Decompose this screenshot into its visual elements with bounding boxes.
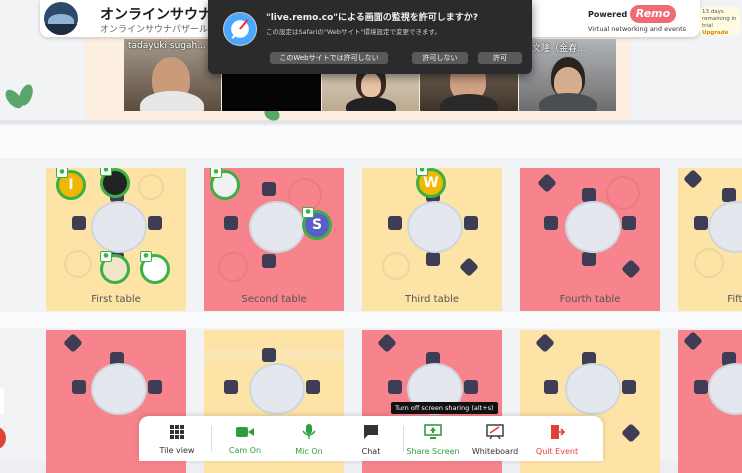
dialog-title: "live.remo.co"による画面の監視を許可しますか? bbox=[266, 13, 478, 23]
table-first[interactable]: I ● ● ● ● First table bbox=[46, 168, 186, 311]
chat-icon bbox=[364, 425, 378, 439]
wall bbox=[0, 120, 742, 124]
safari-compass-icon bbox=[223, 12, 257, 46]
remo-logo[interactable]: Remo bbox=[630, 5, 676, 23]
chat-button[interactable]: Chat bbox=[341, 424, 401, 456]
camera-icon: ● bbox=[100, 168, 112, 176]
deny-button[interactable]: 許可しない bbox=[412, 52, 468, 64]
quit-event-button[interactable]: Quit Event bbox=[527, 424, 587, 456]
divider bbox=[211, 426, 212, 452]
mic-on-button[interactable]: Mic On bbox=[279, 424, 339, 456]
event-logo bbox=[44, 2, 78, 35]
plant-icon bbox=[16, 82, 36, 108]
table-surface bbox=[565, 201, 621, 253]
whiteboard-button[interactable]: Whiteboard bbox=[465, 424, 525, 456]
video-tile[interactable]: 屋文隆（金春... bbox=[519, 39, 616, 111]
table-surface bbox=[708, 363, 742, 415]
upgrade-link[interactable]: Upgrade bbox=[702, 30, 728, 36]
table-label: Fourth table bbox=[559, 294, 621, 305]
microphone-icon bbox=[302, 424, 316, 439]
table-surface bbox=[407, 201, 463, 253]
trial-badge[interactable]: 13 days remaining in trial Upgrade bbox=[700, 7, 740, 36]
participant-name: 屋文隆（金春... bbox=[523, 44, 586, 54]
aisle bbox=[0, 126, 742, 158]
tile-view-label: Tile view bbox=[159, 446, 195, 455]
table-surface bbox=[91, 201, 147, 253]
mic-on-label: Mic On bbox=[295, 447, 323, 456]
share-screen-label: Share Screen bbox=[406, 447, 460, 456]
table-surface bbox=[249, 201, 305, 253]
table-surface bbox=[91, 363, 147, 415]
table-label: First table bbox=[91, 294, 141, 305]
never-allow-button[interactable]: このWebサイトでは許可しない bbox=[270, 52, 388, 64]
camera-icon: ● bbox=[56, 168, 68, 178]
table-surface bbox=[249, 363, 305, 415]
table-fourth[interactable]: Fourth table bbox=[520, 168, 660, 311]
table-tenth[interactable] bbox=[678, 330, 742, 473]
camera-icon: ● bbox=[416, 168, 428, 176]
quit-event-label: Quit Event bbox=[535, 447, 579, 456]
camera-icon: ● bbox=[140, 251, 152, 262]
avatar-initial: I bbox=[68, 177, 74, 193]
share-screen-button[interactable]: Share Screen bbox=[403, 424, 463, 456]
cam-on-button[interactable]: Cam On bbox=[215, 424, 275, 455]
table-label: Second table bbox=[241, 294, 307, 305]
tile-view-button[interactable]: Tile view bbox=[147, 424, 207, 455]
screen-share-tooltip: Turn off screen sharing (alt+s) bbox=[391, 402, 498, 414]
grid-icon bbox=[170, 425, 184, 439]
table-fifth[interactable]: Fifth bbox=[678, 168, 742, 311]
video-tile[interactable]: tadayuki sugah... bbox=[124, 39, 221, 111]
trial-text: 13 days remaining in trial bbox=[702, 9, 737, 29]
whiteboard-icon bbox=[486, 424, 504, 440]
camera-icon: ● bbox=[100, 251, 112, 262]
participant-name: tadayuki sugah... bbox=[128, 41, 206, 51]
table-label: Fifth bbox=[727, 294, 742, 305]
allow-button[interactable]: 許可 bbox=[478, 52, 522, 64]
table-second[interactable]: ● S ● Second table bbox=[204, 168, 344, 311]
table-label: Third table bbox=[404, 294, 459, 305]
side-panel-handle[interactable] bbox=[0, 388, 4, 414]
avatar-initial: W bbox=[423, 175, 439, 191]
camera-icon: ● bbox=[210, 168, 222, 178]
dialog-text: この設定はSafariの"Webサイト"環境設定で変更できます。 bbox=[266, 28, 441, 36]
avatar-initial: S bbox=[311, 217, 323, 233]
screen-share-permission-dialog: "live.remo.co"による画面の監視を許可しますか? この設定はSafa… bbox=[208, 0, 532, 74]
chat-label: Chat bbox=[361, 447, 381, 456]
whiteboard-label: Whiteboard bbox=[471, 447, 519, 456]
table-surface bbox=[565, 363, 621, 415]
aisle bbox=[0, 312, 742, 328]
table-surface bbox=[708, 201, 742, 253]
remo-tagline: Virtual networking and events bbox=[588, 25, 687, 33]
table-third[interactable]: W ● Third table bbox=[362, 168, 502, 311]
exit-door-icon bbox=[551, 425, 566, 439]
screen-share-icon bbox=[424, 424, 442, 439]
cam-on-label: Cam On bbox=[228, 446, 262, 455]
video-camera-icon bbox=[236, 427, 254, 437]
camera-icon: ● bbox=[302, 207, 314, 218]
bottom-toolbar: Tile view Cam On Mic On Chat Share Scree… bbox=[139, 416, 603, 461]
